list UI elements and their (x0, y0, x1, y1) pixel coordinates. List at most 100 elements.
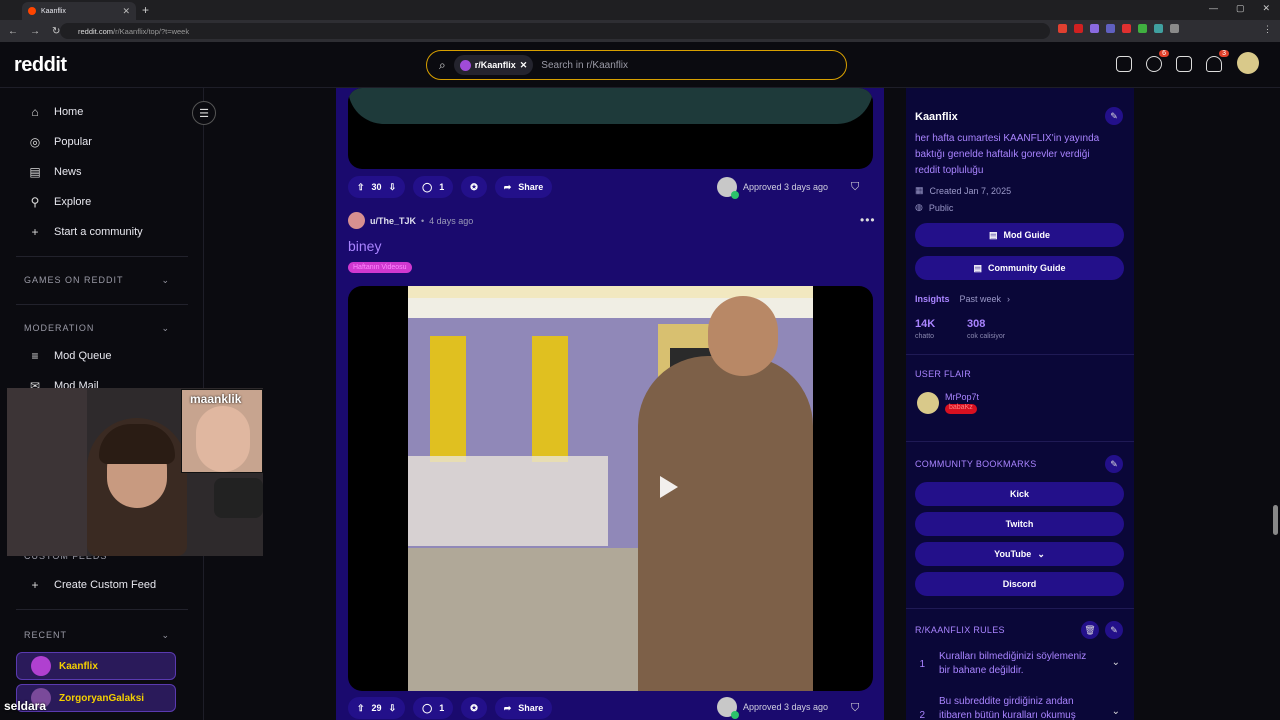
bookmark-kick[interactable]: Kick (915, 482, 1124, 506)
advertise-icon[interactable] (1116, 56, 1132, 72)
upvote-icon[interactable]: ⇧ (357, 182, 365, 193)
upvote-icon[interactable]: ⇧ (357, 703, 365, 714)
comments-button[interactable]: ◯ 1 (413, 697, 454, 719)
comments-button[interactable]: ◯ 1 (413, 176, 454, 198)
forward-icon[interactable]: → (30, 26, 40, 37)
extension-icon[interactable] (1074, 24, 1083, 33)
post-video[interactable] (348, 286, 873, 691)
chat-icon[interactable]: 6 (1146, 50, 1169, 72)
rule-item[interactable]: 2 Bu subreddite girdiğiniz andan itibaren… (915, 695, 1120, 720)
reddit-logo[interactable]: reddit (14, 54, 67, 77)
play-icon[interactable] (660, 476, 678, 498)
rule-number: 2 (919, 710, 925, 720)
new-tab-icon[interactable]: + (142, 3, 149, 17)
post-flair[interactable]: Haftanın Videosu (348, 262, 412, 273)
comment-count: 1 (439, 703, 445, 713)
home-icon: ⌂ (31, 105, 39, 119)
share-button[interactable]: ➦ Share (494, 697, 553, 719)
guide-icon: ▤ (973, 262, 982, 273)
extension-icon[interactable] (1154, 24, 1163, 33)
post-author[interactable]: u/The_TJK (370, 216, 416, 226)
sidebar-item-news[interactable]: ▤ News (28, 165, 81, 179)
award-button[interactable]: ✪ (461, 697, 487, 719)
recent-community-kaanflix[interactable]: Kaanflix (16, 652, 176, 680)
microphone (214, 478, 263, 518)
chat-badge: 6 (1159, 50, 1169, 57)
create-post-icon[interactable] (1176, 56, 1192, 72)
search-input[interactable]: Search in r/Kaanflix (541, 60, 628, 71)
extension-icon[interactable] (1106, 24, 1115, 33)
bookmark-twitch[interactable]: Twitch (915, 512, 1124, 536)
extension-icon[interactable] (1122, 24, 1131, 33)
edit-icon[interactable]: ✎ (1105, 621, 1123, 639)
notification-icon[interactable]: 3 (1206, 50, 1229, 72)
award-button[interactable]: ✪ (461, 176, 487, 198)
share-button[interactable]: ➦ Share (494, 176, 553, 198)
search-icon: ⌕ (439, 57, 446, 72)
edit-icon[interactable]: ✎ (1105, 455, 1123, 473)
browser-tab[interactable]: Kaanflix ✕ (22, 2, 136, 20)
community-guide-button[interactable]: ▤ Community Guide (915, 256, 1124, 280)
moderator-avatar (717, 697, 739, 719)
rules-header: R/KAANFLIX RULES (915, 625, 1005, 635)
section-label: RECENT (24, 630, 68, 640)
extension-icon[interactable] (1090, 24, 1099, 33)
video-frame (408, 286, 813, 691)
share-icon: ➦ (503, 181, 512, 192)
downvote-icon[interactable]: ⇩ (389, 182, 397, 193)
chip-close-icon[interactable]: ✕ (520, 60, 528, 71)
stat-members-label: chatto (915, 333, 935, 340)
page-scrollbar[interactable] (1273, 505, 1278, 535)
sidebar-item-create-custom-feed[interactable]: + Create Custom Feed (28, 578, 156, 592)
collapse-sidebar-button[interactable]: ☰ (192, 101, 216, 125)
post-media[interactable] (348, 88, 873, 169)
delete-icon[interactable]: 🗑 (1081, 621, 1099, 639)
games-section-header[interactable]: GAMES ON REDDIT ⌄ (24, 275, 170, 286)
downvote-icon[interactable]: ⇩ (389, 703, 397, 714)
search-community-chip[interactable]: r/Kaanflix ✕ (453, 55, 534, 75)
vote-control: ⇧ 29 ⇩ (348, 697, 406, 719)
bookmarks-header: COMMUNITY BOOKMARKS (915, 459, 1037, 469)
edit-icon[interactable]: ✎ (1105, 107, 1123, 125)
moderation-section-header[interactable]: MODERATION ⌄ (24, 323, 170, 334)
guide-icon: ▤ (988, 229, 998, 240)
approval-status: Approved 3 days ago (717, 697, 829, 719)
vote-control: ⇧ 30 ⇩ (348, 176, 406, 198)
bookmark-youtube[interactable]: YouTube ⌄ (915, 542, 1124, 566)
extension-icon[interactable] (1058, 24, 1067, 33)
insights-row[interactable]: Insights Past week › (915, 294, 1010, 304)
rule-text: Kuralları bilmediğinizi söylemeniz bir b… (939, 651, 1087, 676)
recent-section-header[interactable]: RECENT ⌄ (24, 630, 170, 641)
browser-menu-icon[interactable]: ⋮ (1263, 24, 1272, 35)
bookmark-discord[interactable]: Discord (915, 572, 1124, 596)
sidebar-item-popular[interactable]: ◎ Popular (28, 135, 92, 149)
rule-item[interactable]: 1 Kuralları bilmediğinizi söylemeniz bir … (915, 650, 1120, 678)
minimize-icon[interactable]: — (1209, 3, 1218, 14)
approval-text: Approved 3 days ago (743, 702, 829, 712)
button-label: YouTube (994, 549, 1032, 559)
back-icon[interactable]: ← (8, 26, 18, 37)
mod-guide-button[interactable]: ▤ Mod Guide (915, 223, 1124, 247)
user-avatar[interactable] (1237, 52, 1259, 74)
sidebar-item-home[interactable]: ⌂ Home (28, 105, 83, 119)
post-overflow-icon[interactable]: ••• (860, 213, 876, 227)
sidebar-item-start-community[interactable]: + Start a community (28, 225, 142, 239)
sidebar-item-explore[interactable]: ⚲ Explore (28, 195, 92, 209)
close-tab-icon[interactable]: ✕ (122, 6, 130, 17)
maximize-icon[interactable]: ▢ (1236, 3, 1245, 14)
mod-shield-icon[interactable]: ⛉ (851, 181, 859, 194)
user-avatar[interactable] (348, 212, 365, 229)
flair-tag[interactable]: babaKz (945, 404, 977, 414)
url-field[interactable]: reddit.com/r/Kaanflix/top/?t=week (60, 23, 1050, 39)
search-bar[interactable]: ⌕ r/Kaanflix ✕ Search in r/Kaanflix (426, 50, 847, 80)
guest-face (196, 406, 250, 472)
extension-icon[interactable] (1170, 24, 1179, 33)
sidebar-item-mod-queue[interactable]: ≡ Mod Queue (28, 349, 111, 363)
mod-shield-icon[interactable]: ⛉ (851, 702, 859, 715)
flair-username[interactable]: MrPop7t (945, 392, 979, 402)
post-title[interactable]: biney (348, 238, 381, 254)
section-label: GAMES ON REDDIT (24, 275, 124, 285)
close-window-icon[interactable]: ✕ (1262, 3, 1270, 14)
cake-icon: ▦ (915, 185, 924, 195)
extension-icon[interactable] (1138, 24, 1147, 33)
